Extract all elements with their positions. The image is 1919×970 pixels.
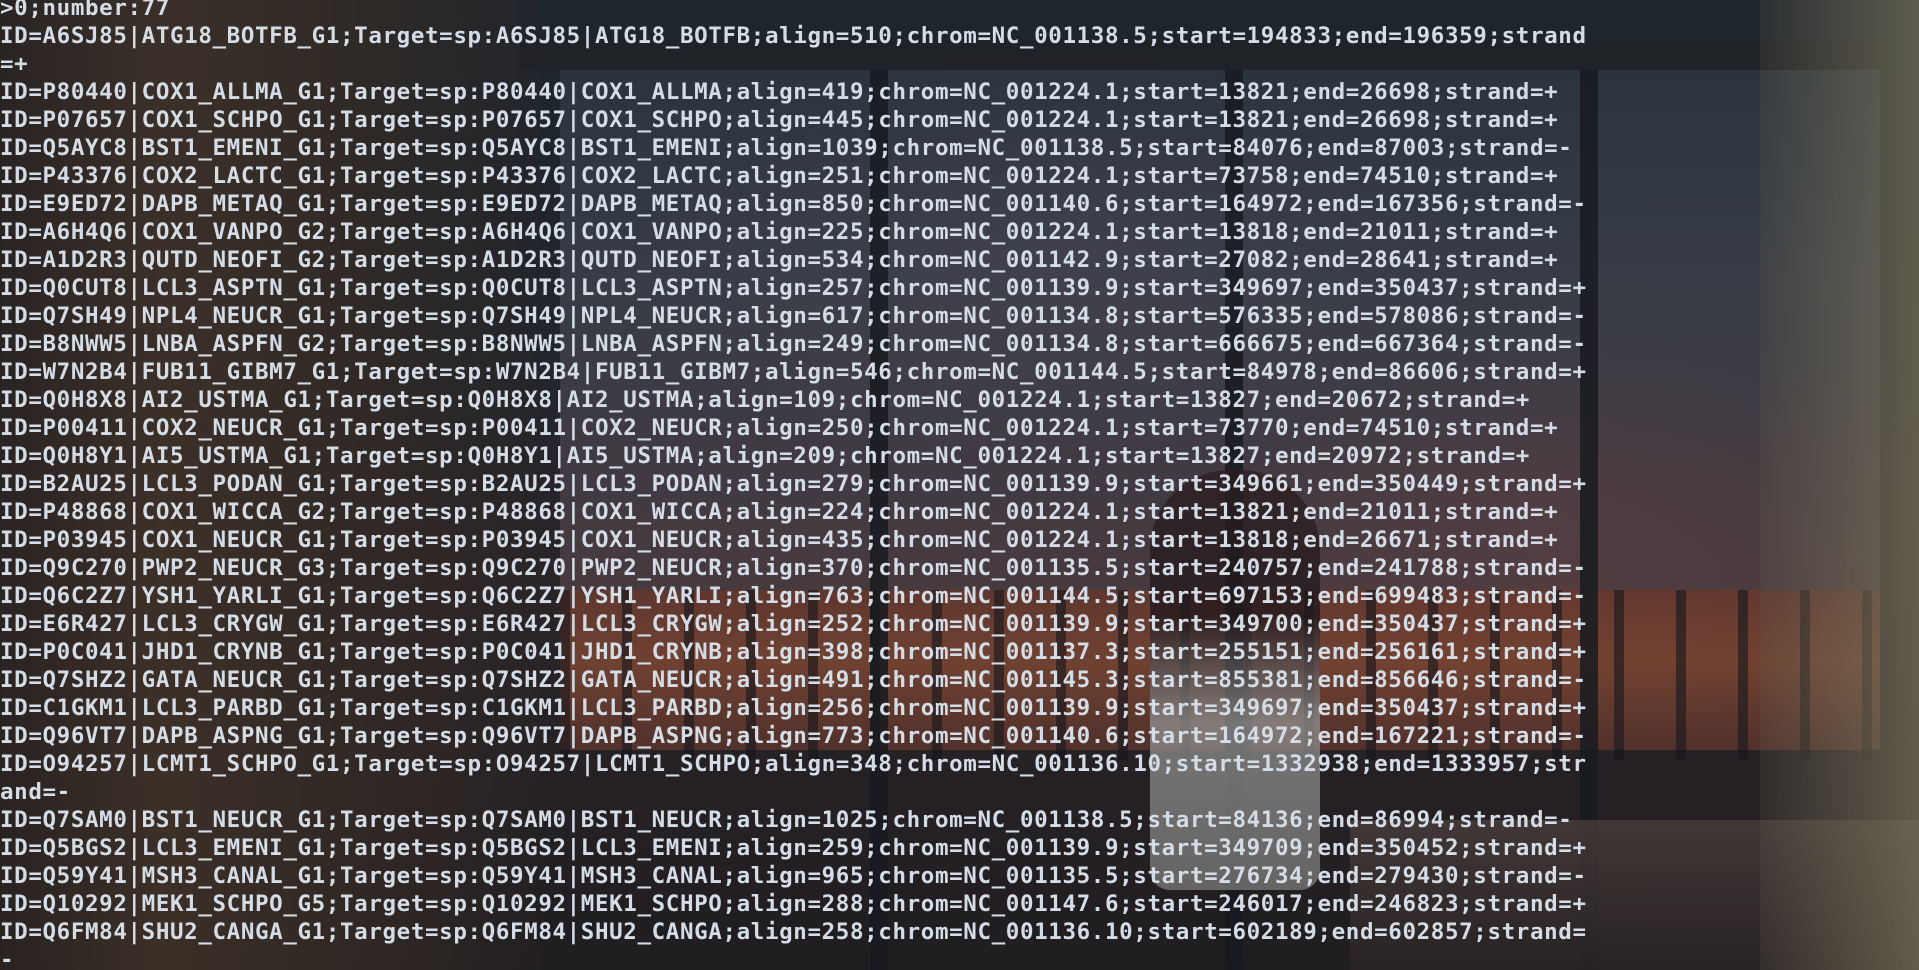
terminal-line: >0;number:77 [0, 0, 170, 21]
terminal-output[interactable]: >0;number:77 ID=A6SJ85|ATG18_BOTFB_G1;Tar… [0, 0, 1916, 970]
terminal-line: ID=B8NWW5|LNBA_ASPFN_G2;Target=sp:B8NWW5… [0, 331, 1587, 357]
terminal-line: ID=Q6C2Z7|YSH1_YARLI_G1;Target=sp:Q6C2Z7… [0, 583, 1587, 609]
terminal-line: ID=P80440|COX1_ALLMA_G1;Target=sp:P80440… [0, 79, 1559, 105]
terminal-line: ID=B2AU25|LCL3_PODAN_G1;Target=sp:B2AU25… [0, 471, 1587, 497]
terminal-window[interactable]: >0;number:77 ID=A6SJ85|ATG18_BOTFB_G1;Tar… [0, 0, 1919, 970]
terminal-line: ID=P03945|COX1_NEUCR_G1;Target=sp:P03945… [0, 527, 1559, 553]
terminal-line: ID=Q59Y41|MSH3_CANAL_G1;Target=sp:Q59Y41… [0, 863, 1587, 889]
terminal-line: ID=Q5BGS2|LCL3_EMENI_G1;Target=sp:Q5BGS2… [0, 835, 1587, 861]
terminal-line: ID=P00411|COX2_NEUCR_G1;Target=sp:P00411… [0, 415, 1559, 441]
terminal-line: ID=C1GKM1|LCL3_PARBD_G1;Target=sp:C1GKM1… [0, 695, 1587, 721]
terminal-line: ID=P48868|COX1_WICCA_G2;Target=sp:P48868… [0, 499, 1559, 525]
terminal-line: ID=W7N2B4|FUB11_GIBM7_G1;Target=sp:W7N2B… [0, 359, 1587, 385]
terminal-line: - [0, 947, 15, 970]
terminal-line: ID=P07657|COX1_SCHPO_G1;Target=sp:P07657… [0, 107, 1559, 133]
terminal-line: and=- [0, 779, 71, 805]
terminal-line: ID=Q9C270|PWP2_NEUCR_G3;Target=sp:Q9C270… [0, 555, 1587, 581]
terminal-line: ID=Q7SAM0|BST1_NEUCR_G1;Target=sp:Q7SAM0… [0, 807, 1573, 833]
terminal-line: ID=Q0H8X8|AI2_USTMA_G1;Target=sp:Q0H8X8|… [0, 387, 1530, 413]
terminal-line: ID=P0C041|JHD1_CRYNB_G1;Target=sp:P0C041… [0, 639, 1587, 665]
terminal-line: ID=Q0H8Y1|AI5_USTMA_G1;Target=sp:Q0H8Y1|… [0, 443, 1530, 469]
terminal-line: ID=A1D2R3|QUTD_NEOFI_G2;Target=sp:A1D2R3… [0, 247, 1559, 273]
terminal-line: ID=Q10292|MEK1_SCHPO_G5;Target=sp:Q10292… [0, 891, 1587, 917]
terminal-line: ID=Q5AYC8|BST1_EMENI_G1;Target=sp:Q5AYC8… [0, 135, 1573, 161]
terminal-line: ID=A6SJ85|ATG18_BOTFB_G1;Target=sp:A6SJ8… [0, 23, 1587, 49]
terminal-line: ID=P43376|COX2_LACTC_G1;Target=sp:P43376… [0, 163, 1559, 189]
terminal-line: ID=O94257|LCMT1_SCHPO_G1;Target=sp:O9425… [0, 751, 1587, 777]
terminal-line: ID=E9ED72|DAPB_METAQ_G1;Target=sp:E9ED72… [0, 191, 1587, 217]
terminal-line: ID=Q6FM84|SHU2_CANGA_G1;Target=sp:Q6FM84… [0, 919, 1587, 945]
terminal-line: ID=A6H4Q6|COX1_VANPO_G2;Target=sp:A6H4Q6… [0, 219, 1559, 245]
terminal-line: =+ [0, 51, 29, 77]
terminal-line: ID=Q7SH49|NPL4_NEUCR_G1;Target=sp:Q7SH49… [0, 303, 1587, 329]
terminal-line: ID=Q96VT7|DAPB_ASPNG_G1;Target=sp:Q96VT7… [0, 723, 1587, 749]
terminal-line: ID=Q0CUT8|LCL3_ASPTN_G1;Target=sp:Q0CUT8… [0, 275, 1587, 301]
terminal-line: ID=E6R427|LCL3_CRYGW_G1;Target=sp:E6R427… [0, 611, 1587, 637]
terminal-line: ID=Q7SHZ2|GATA_NEUCR_G1;Target=sp:Q7SHZ2… [0, 667, 1587, 693]
